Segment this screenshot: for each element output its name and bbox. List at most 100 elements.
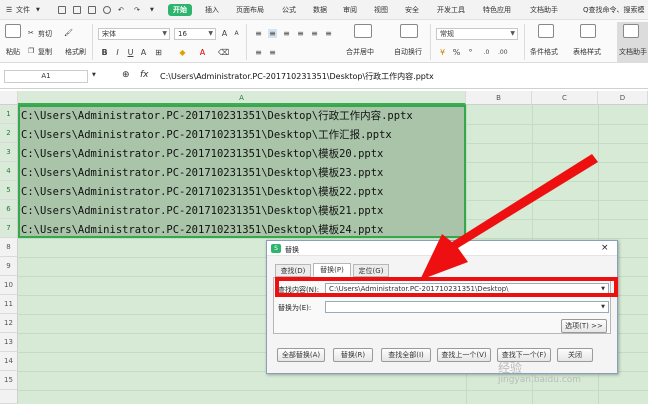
- align-justify-icon[interactable]: ≡: [254, 48, 263, 57]
- tab-start[interactable]: 开始: [168, 4, 192, 16]
- row-header[interactable]: 2: [0, 124, 18, 143]
- undo-icon[interactable]: ↶: [118, 4, 124, 16]
- preview-icon[interactable]: [103, 6, 111, 14]
- row-header[interactable]: 7: [0, 219, 18, 238]
- column-header-a[interactable]: A: [18, 91, 466, 105]
- align-right-icon[interactable]: ≡: [324, 29, 333, 38]
- border-icon[interactable]: ⊞: [154, 48, 163, 57]
- align-center-icon[interactable]: ≡: [310, 29, 319, 38]
- search-command[interactable]: Q查找命令、搜索模: [583, 4, 645, 16]
- chevron-down-icon[interactable]: ▼: [36, 4, 40, 16]
- replace-input[interactable]: ▼: [325, 301, 609, 313]
- wrap-text-button[interactable]: 自动换行: [394, 47, 422, 57]
- align-left-icon[interactable]: ≡: [296, 29, 305, 38]
- tab-find[interactable]: 查找(D): [275, 264, 311, 277]
- replace-button[interactable]: 替换(R): [333, 348, 373, 362]
- thousands-icon[interactable]: °: [466, 48, 475, 57]
- find-next-button[interactable]: 查找下一个(F): [497, 348, 551, 362]
- name-box[interactable]: A1: [4, 70, 88, 83]
- quick-access-chevron-icon[interactable]: ▼: [150, 4, 154, 16]
- tab-formula[interactable]: 公式: [282, 4, 296, 16]
- tab-security[interactable]: 安全: [405, 4, 419, 16]
- cell-a2[interactable]: C:\Users\Administrator.PC-201710231351\D…: [21, 126, 392, 145]
- bold-icon[interactable]: B: [100, 48, 109, 57]
- hamburger-icon[interactable]: ☰: [6, 4, 12, 16]
- copy-button[interactable]: 复制: [38, 47, 52, 57]
- row-header[interactable]: 11: [0, 295, 18, 314]
- find-previous-button[interactable]: 查找上一个(V): [437, 348, 491, 362]
- conditional-format-icon[interactable]: [538, 24, 554, 38]
- row-header[interactable]: 4: [0, 162, 18, 181]
- print-icon[interactable]: [88, 6, 96, 14]
- tab-replace[interactable]: 替换(P): [313, 263, 351, 277]
- cell-a5[interactable]: C:\Users\Administrator.PC-201710231351\D…: [21, 183, 383, 202]
- paste-icon[interactable]: [5, 24, 21, 38]
- tab-view[interactable]: 视图: [374, 4, 388, 16]
- font-name-select[interactable]: 宋体 ▼: [98, 28, 170, 40]
- number-format-select[interactable]: 常规 ▼: [436, 28, 518, 40]
- font-size-select[interactable]: 16 ▼: [174, 28, 216, 40]
- percent-icon[interactable]: %: [452, 48, 461, 57]
- merge-center-button[interactable]: 合并居中: [346, 47, 374, 57]
- row-header[interactable]: 10: [0, 276, 18, 295]
- align-middle-icon[interactable]: ≡: [268, 29, 277, 38]
- cell-a4[interactable]: C:\Users\Administrator.PC-201710231351\D…: [21, 164, 383, 183]
- tab-doc-helper[interactable]: 文档助手: [530, 4, 558, 16]
- name-box-chevron-icon[interactable]: ▼: [92, 72, 96, 78]
- cell-a7[interactable]: C:\Users\Administrator.PC-201710231351\D…: [21, 221, 383, 240]
- align-bottom-icon[interactable]: ≡: [282, 29, 291, 38]
- row-header[interactable]: 12: [0, 314, 18, 333]
- font-color-icon[interactable]: A: [198, 48, 207, 57]
- column-header-c[interactable]: C: [532, 91, 598, 105]
- row-header[interactable]: 13: [0, 333, 18, 352]
- row-header[interactable]: [0, 390, 18, 404]
- column-header-b[interactable]: B: [466, 91, 532, 105]
- format-painter-button[interactable]: 格式刷: [65, 47, 86, 57]
- merge-icon[interactable]: [354, 24, 372, 38]
- cell-a1[interactable]: C:\Users\Administrator.PC-201710231351\D…: [21, 107, 413, 126]
- replace-history-chevron-icon[interactable]: ▼: [601, 302, 605, 312]
- zoom-icon[interactable]: ⊕: [122, 70, 130, 80]
- distributed-icon[interactable]: ≡: [268, 48, 277, 57]
- cut-button[interactable]: 剪切: [38, 29, 52, 39]
- tab-data[interactable]: 数据: [313, 4, 327, 16]
- tab-review[interactable]: 审阅: [343, 4, 357, 16]
- export-icon[interactable]: [73, 6, 81, 14]
- options-button[interactable]: 选项(T) >>: [561, 319, 607, 333]
- tab-special[interactable]: 特色应用: [483, 4, 511, 16]
- tab-page-layout[interactable]: 页面布局: [236, 4, 264, 16]
- row-header[interactable]: 9: [0, 257, 18, 276]
- close-icon[interactable]: ×: [601, 243, 609, 253]
- paste-button[interactable]: 粘贴: [6, 47, 20, 57]
- row-header[interactable]: 6: [0, 200, 18, 219]
- close-button[interactable]: 关闭: [557, 348, 593, 362]
- row-header[interactable]: 3: [0, 143, 18, 162]
- italic-icon[interactable]: I: [113, 48, 122, 57]
- copy-icon[interactable]: ❐: [28, 47, 34, 55]
- underline-icon[interactable]: U: [126, 48, 135, 57]
- tab-developer[interactable]: 开发工具: [437, 4, 465, 16]
- cell-a3[interactable]: C:\Users\Administrator.PC-201710231351\D…: [21, 145, 383, 164]
- save-icon[interactable]: [58, 6, 66, 14]
- row-header[interactable]: 15: [0, 371, 18, 390]
- strikethrough-icon[interactable]: A: [139, 48, 148, 57]
- row-header[interactable]: 1: [0, 105, 18, 124]
- column-header-d[interactable]: D: [598, 91, 648, 105]
- decrease-decimal-icon[interactable]: .00: [498, 48, 508, 57]
- fx-icon[interactable]: fx: [140, 70, 149, 80]
- cell-a6[interactable]: C:\Users\Administrator.PC-201710231351\D…: [21, 202, 383, 221]
- increase-decimal-icon[interactable]: .0: [482, 48, 491, 57]
- file-menu[interactable]: 文件: [16, 4, 30, 16]
- conditional-format-button[interactable]: 条件格式: [530, 47, 558, 57]
- table-style-icon[interactable]: [580, 24, 596, 38]
- grow-font-icon[interactable]: A: [220, 29, 229, 38]
- row-header[interactable]: 14: [0, 352, 18, 371]
- fill-color-icon[interactable]: ◆: [178, 48, 187, 57]
- row-header[interactable]: 8: [0, 238, 18, 257]
- row-header[interactable]: 5: [0, 181, 18, 200]
- select-all-corner[interactable]: [0, 91, 18, 105]
- doc-helper-panel[interactable]: 文档助手: [617, 22, 648, 62]
- table-style-button[interactable]: 表格样式: [573, 47, 601, 57]
- replace-all-button[interactable]: 全部替换(A): [277, 348, 325, 362]
- clear-icon[interactable]: ⌫: [218, 48, 229, 57]
